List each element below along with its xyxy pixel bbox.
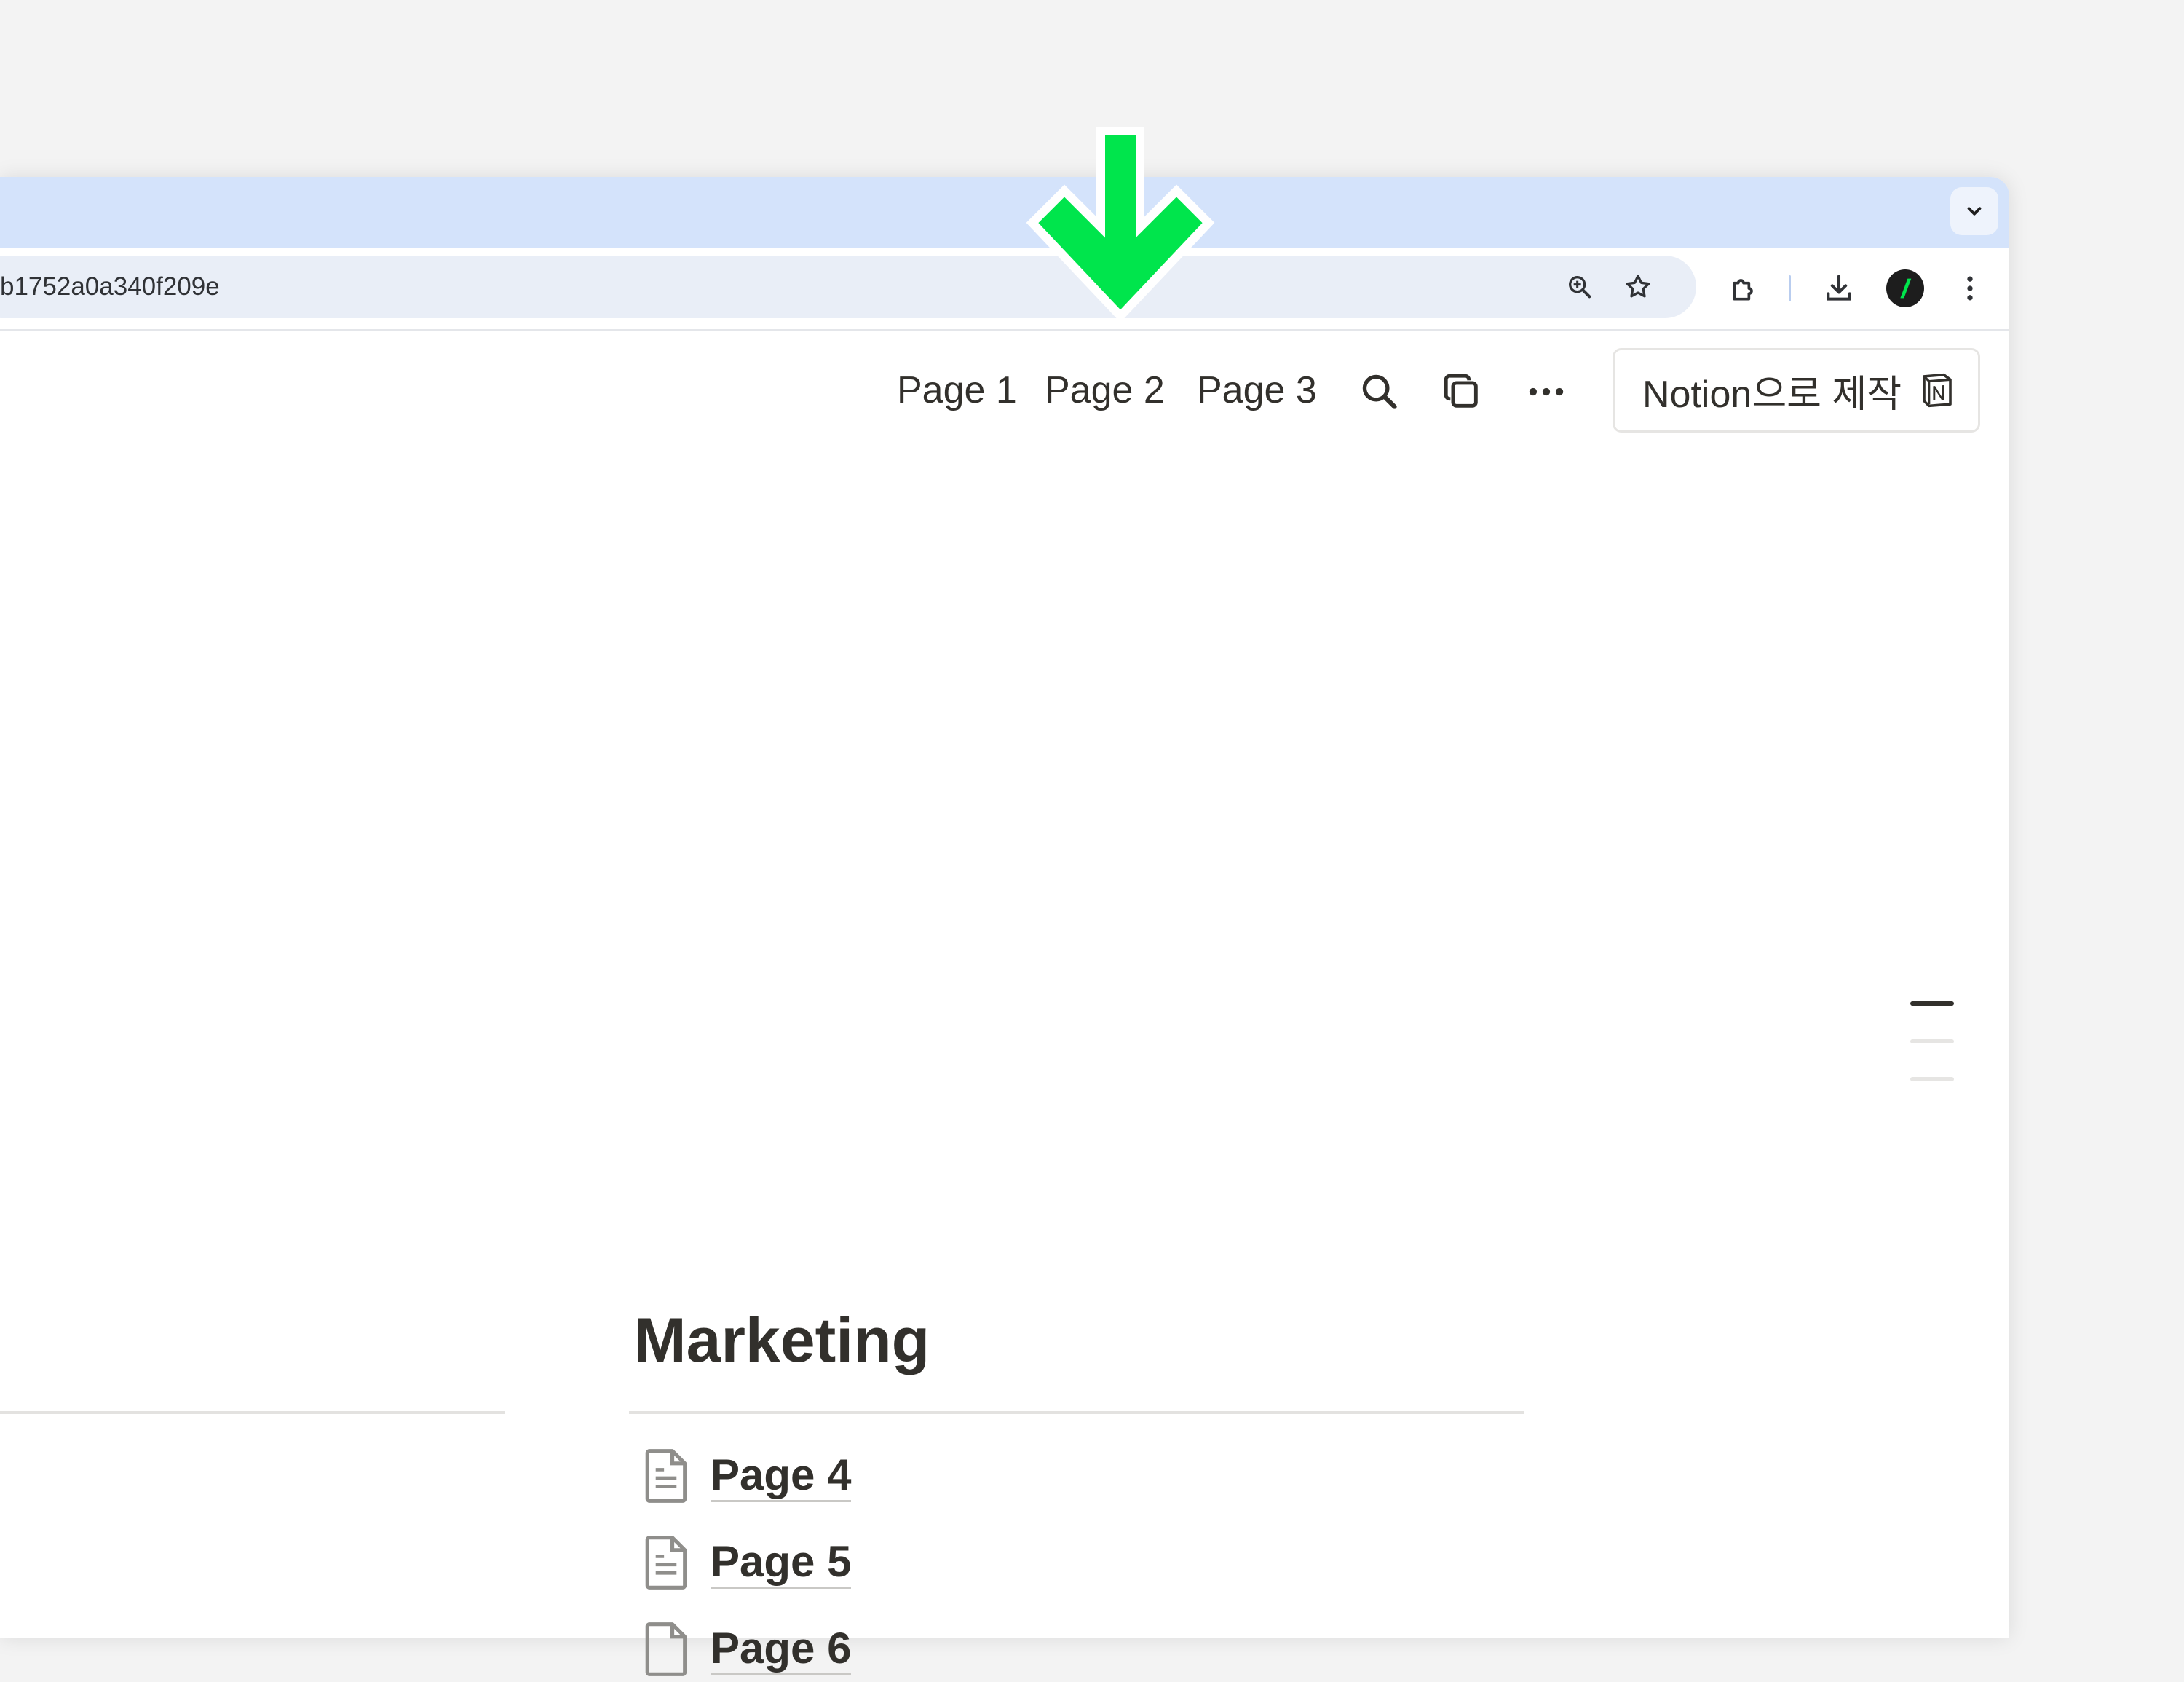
duplicate-icon[interactable] — [1436, 366, 1487, 417]
toc-line[interactable] — [1910, 1039, 1954, 1043]
page-link-page-4[interactable]: Page 4 — [641, 1443, 852, 1509]
nav-link-page-1[interactable]: Page 1 — [897, 368, 1017, 413]
profile-avatar[interactable] — [1886, 269, 1924, 307]
page-link-page-6[interactable]: Page 6 — [641, 1616, 852, 1682]
column-divider-left — [0, 1411, 505, 1414]
more-vert-icon[interactable] — [1951, 269, 1989, 307]
section-title: Marketing — [634, 1306, 930, 1375]
nav-link-page-3[interactable]: Page 3 — [1197, 368, 1317, 413]
chevron-down-icon — [1967, 207, 1982, 216]
annotation-arrow-down-icon — [1026, 127, 1215, 323]
tab-search-button[interactable] — [1950, 187, 1998, 235]
page-link-page-5[interactable]: Page 5 — [641, 1530, 852, 1595]
document-icon — [645, 1449, 687, 1503]
more-horizontal-icon[interactable] — [1521, 366, 1572, 417]
zoom-icon[interactable] — [1562, 269, 1597, 304]
toc-line[interactable] — [1910, 1077, 1954, 1081]
search-icon[interactable] — [1354, 366, 1405, 417]
notion-logo-icon — [1923, 373, 1952, 408]
document-icon — [645, 1536, 687, 1590]
url-text[interactable]: b1752a0a340f209e — [0, 256, 220, 318]
document-icon — [645, 1622, 687, 1676]
tab-strip — [0, 177, 2009, 248]
page-link-label[interactable]: Page 5 — [711, 1536, 852, 1589]
made-with-notion-button[interactable]: Notion으로 제작 — [1613, 348, 1980, 433]
toolbar-separator — [1789, 275, 1791, 301]
page-link-label[interactable]: Page 6 — [711, 1623, 852, 1675]
page-link-label[interactable]: Page 4 — [711, 1450, 852, 1502]
browser-toolbar: b1752a0a340f209e — [0, 248, 2009, 331]
section-divider — [629, 1411, 1524, 1414]
nav-link-page-2[interactable]: Page 2 — [1045, 368, 1165, 413]
download-icon[interactable] — [1820, 269, 1858, 307]
toc-line-active[interactable] — [1910, 1001, 1954, 1006]
extensions-icon[interactable] — [1725, 269, 1762, 307]
star-icon[interactable] — [1621, 269, 1655, 304]
made-with-notion-label: Notion으로 제작 — [1642, 373, 1902, 416]
address-bar[interactable]: b1752a0a340f209e — [0, 256, 1696, 318]
